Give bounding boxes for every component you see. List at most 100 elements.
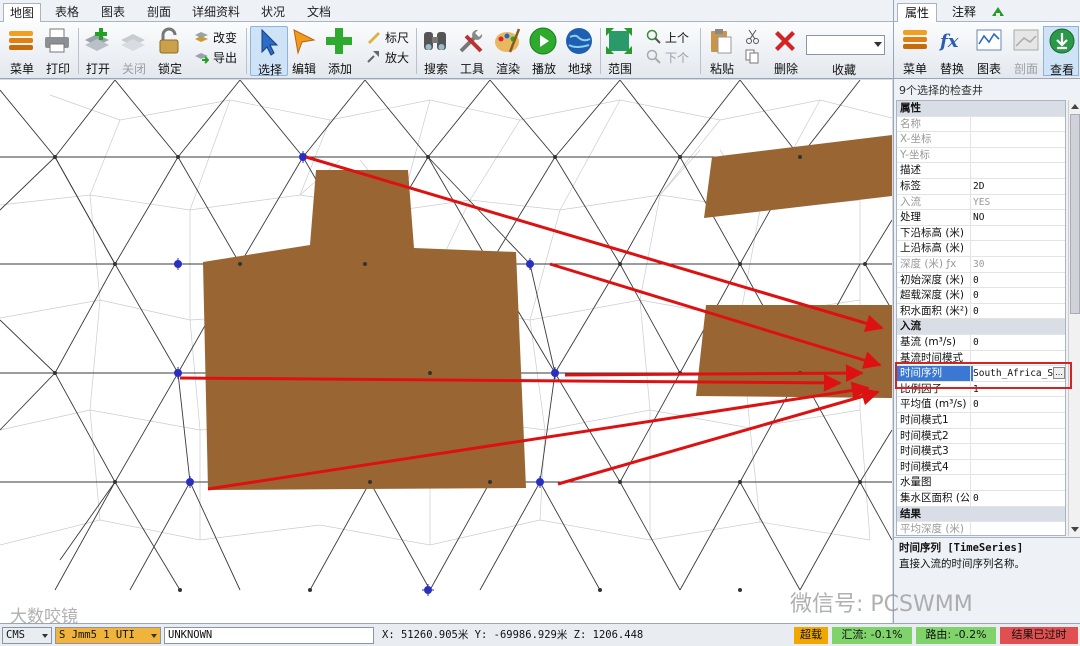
property-row[interactable]: 基流 (m³/s) 0 (897, 335, 1065, 351)
property-row[interactable]: 基流时间模式 (897, 350, 1065, 367)
property-row[interactable]: 描述 (897, 163, 1065, 179)
watermark-left: 大数咬镜 (10, 607, 78, 627)
lock-button[interactable]: 锁定 (148, 26, 192, 76)
property-row[interactable]: 时间模式3 (897, 444, 1065, 460)
property-value[interactable]: 0 (973, 397, 1065, 412)
property-name: 下沿标高 (米) (900, 226, 965, 239)
globe-label: 地球 (567, 62, 592, 76)
property-name: 入流 (900, 320, 921, 333)
property-name: 平均深度 (米) (900, 523, 965, 536)
property-row[interactable]: 平均深度 (米) (897, 522, 1065, 536)
panel-menu-button[interactable]: 菜单 (897, 26, 933, 76)
results-outdated-badge[interactable]: 结果已过时 (1000, 627, 1078, 644)
tab-notes[interactable]: 注释 (944, 3, 984, 22)
ellipsis-button[interactable]: ... (1053, 367, 1065, 380)
property-name: 结果 (900, 507, 921, 520)
property-row[interactable]: X-坐标 (897, 132, 1065, 148)
property-row[interactable]: 平均值 (m³/s) 0 (897, 397, 1065, 413)
tab-map[interactable]: 地图 (3, 3, 41, 22)
map-canvas[interactable] (0, 80, 892, 623)
property-value[interactable]: 30 (973, 257, 1065, 272)
property-value[interactable]: 0 (973, 491, 1065, 506)
favorites-dropdown[interactable] (806, 35, 885, 55)
replace-button[interactable]: fx 替换 (934, 26, 970, 76)
profile-button[interactable]: 剖面 (1008, 26, 1044, 76)
print-label: 打印 (45, 62, 70, 76)
property-row[interactable]: 时间模式2 (897, 428, 1065, 445)
property-row[interactable]: 标签 2D (897, 179, 1065, 195)
selected-junction[interactable] (172, 258, 184, 270)
property-name: 标签 (900, 180, 921, 192)
copy-icon (745, 49, 759, 64)
routing-continuity-badge[interactable]: 路由: -0.2% (916, 627, 996, 644)
selected-junction[interactable] (549, 367, 561, 379)
property-value[interactable]: 0 (973, 288, 1065, 303)
tab-documents[interactable]: 文档 (300, 3, 338, 22)
inspect-button[interactable]: 查看 (1043, 26, 1079, 77)
property-grid: 属性 名称 X-坐标 Y-坐标 描述 标签 2D 入流 YES 处理 NO 下沿标高 (米) 上沿标高 … (896, 100, 1066, 536)
property-value[interactable]: NO (973, 210, 1065, 225)
property-value[interactable]: 1 (973, 382, 1065, 397)
property-row[interactable]: 初始深度 (米) 0 (897, 272, 1065, 289)
property-row[interactable]: 下沿标高 (米) (897, 225, 1065, 242)
scroll-thumb[interactable] (1070, 114, 1080, 314)
chart-icon (976, 29, 1002, 51)
projection-field: UNKNOWN (164, 627, 374, 644)
paste-button[interactable]: 粘贴 (700, 26, 744, 76)
chart-button[interactable]: 图表 (971, 26, 1007, 76)
delete-button[interactable]: 删除 (764, 26, 808, 76)
scroll-up-icon[interactable] (1071, 104, 1079, 109)
property-value[interactable]: 0 (973, 273, 1065, 288)
tab-status[interactable]: 状况 (254, 3, 292, 22)
projection-value: UNKNOWN (168, 629, 213, 641)
add-tab-icon[interactable] (990, 4, 1006, 20)
add-plus-icon (326, 28, 352, 54)
property-row[interactable]: 比例因子 1 (897, 381, 1065, 398)
property-value[interactable]: 2D (973, 179, 1065, 194)
column-divider (970, 194, 971, 210)
scroll-down-icon[interactable] (1071, 527, 1079, 532)
property-value[interactable]: 0 (973, 304, 1065, 319)
property-row[interactable]: 上沿标高 (米) (897, 241, 1065, 257)
tab-chart[interactable]: 图表 (94, 3, 132, 22)
property-row[interactable]: 名称 (897, 116, 1065, 133)
crs-dropdown[interactable]: S Jmm5 1 UTI (55, 627, 161, 644)
property-row[interactable]: 处理 NO (897, 210, 1065, 226)
surcharge-badge[interactable]: 超载 (794, 627, 828, 644)
map-svg (0, 80, 892, 596)
property-name: 基流 (m³/s) (900, 336, 956, 348)
property-row[interactable]: 时间模式1 (897, 413, 1065, 429)
tab-profile[interactable]: 剖面 (140, 3, 178, 22)
tab-properties[interactable]: 属性 (897, 3, 937, 22)
property-row[interactable]: 集水区面积 (公顷) 0 (897, 491, 1065, 507)
property-row[interactable]: Y-坐标 (897, 147, 1065, 164)
property-row[interactable]: 超载深度 (米) 0 (897, 288, 1065, 304)
property-value[interactable]: 0 (973, 335, 1065, 350)
property-value[interactable]: YES (973, 195, 1065, 210)
globe-button[interactable]: 地球 (558, 26, 602, 76)
selected-junction[interactable] (534, 476, 546, 488)
print-button[interactable]: 打印 (36, 26, 80, 76)
property-row[interactable]: 时间模式4 (897, 459, 1065, 476)
tab-details[interactable]: 详细资料 (186, 3, 246, 22)
property-row[interactable]: 深度 (米) ƒx 30 (897, 257, 1065, 273)
property-row[interactable]: 积水面积 (米²) 0 (897, 303, 1065, 320)
select-arrow-icon (261, 28, 279, 56)
property-row[interactable]: 时间序列 South_Africa_S... (897, 366, 1065, 382)
property-value[interactable]: South_Africa_S (973, 366, 1065, 381)
property-grid-scrollbar[interactable] (1068, 100, 1080, 536)
add-button[interactable]: 添加 (318, 26, 362, 76)
property-row[interactable]: 水量图 (897, 475, 1065, 491)
property-row[interactable]: 入流 YES (897, 194, 1065, 211)
units-dropdown[interactable]: CMS (2, 627, 52, 644)
column-divider (970, 381, 971, 397)
selection-caption: 9个选择的检查井 (899, 84, 983, 97)
column-divider (970, 413, 971, 428)
property-name: 积水面积 (米²) (900, 304, 969, 317)
tab-table[interactable]: 表格 (48, 3, 86, 22)
flow-continuity-badge[interactable]: 汇流: -0.1% (832, 627, 912, 644)
property-name: Y-坐标 (900, 148, 930, 161)
selected-junction[interactable] (184, 476, 196, 488)
extent-button[interactable]: 范围 (598, 26, 642, 76)
column-divider (970, 163, 971, 179)
